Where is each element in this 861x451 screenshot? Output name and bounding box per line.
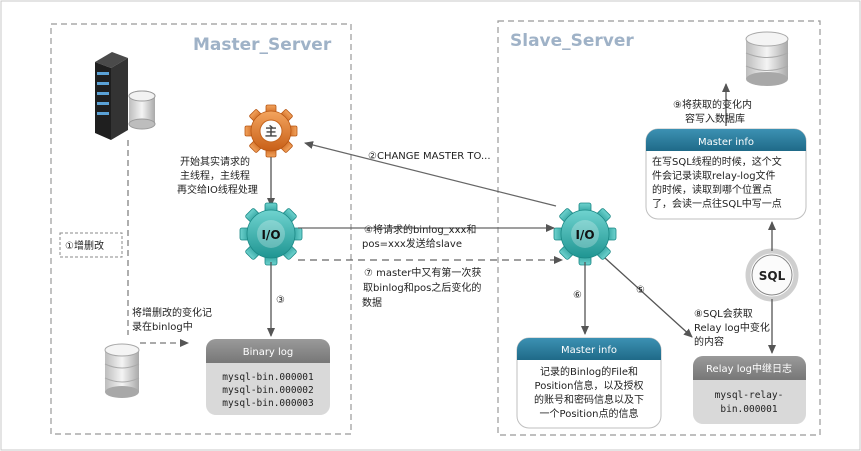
step3-marker: ③ [276, 295, 285, 306]
slave-io-gear-icon: I/O [553, 202, 617, 266]
step6-marker: ⑥ [573, 290, 582, 301]
master-info-top-line4: 了，会读一点往SQL中写一点 [652, 197, 782, 210]
master-title: Master_Server [193, 35, 332, 55]
step5-marker: ⑤ [636, 285, 645, 296]
binlog-file-3: mysql-bin.000003 [222, 398, 314, 409]
step9-line1: ⑨将获取的变化内 [673, 98, 752, 111]
master-info-bottom-line4: 一个Position点的信息 [540, 407, 639, 420]
binlog-file-1: mysql-bin.000001 [222, 372, 314, 383]
step9-line2: 容写入数据库 [685, 112, 745, 125]
master-info-top-box: Master info 在写SQL线程的时候，这个文 件会记录读取relay-l… [645, 128, 807, 220]
master-info-top-line2: 件会记录读取relay-log文件 [652, 169, 776, 182]
main-note-line3: 再交给IO线程处理 [177, 183, 258, 196]
master-info-top-header: Master info [698, 137, 754, 148]
master-info-bottom-header: Master info [561, 345, 617, 356]
master-info-bottom-box: Master info 记录的Binlog的File和 Position信息，以… [516, 337, 662, 429]
step8-line2: Relay log中变化 [694, 321, 770, 334]
slave-title: Slave_Server [510, 31, 634, 51]
master-info-top-line3: 的时候，读取到哪个位置点 [652, 183, 772, 196]
binary-log-box: Binary log mysql-bin.000001 mysql-bin.00… [206, 339, 330, 415]
binary-log-header: Binary log [243, 347, 294, 358]
master-io-gear-icon: I/O [239, 202, 303, 266]
step1-label: ①增删改 [65, 239, 104, 252]
step7-line1: ⑦ master中又有第一次获 [364, 266, 481, 279]
step2-label: ②CHANGE MASTER TO... [368, 151, 491, 162]
main-gear-label: 主 [265, 124, 277, 139]
master-info-bottom-line1: 记录的Binlog的File和 [540, 365, 638, 378]
binlog-file-2: mysql-bin.000002 [222, 385, 314, 396]
relay-log-line1: mysql-relay- [715, 390, 784, 401]
relay-log-box: Relay log中继日志 mysql-relay- bin.000001 [693, 356, 806, 424]
sql-thread-icon: SQL [745, 248, 799, 302]
replication-diagram: Master_Server Slave_Server ①增删改 将增删改的变化记… [0, 0, 861, 451]
master-info-top-line1: 在写SQL线程的时候，这个文 [652, 155, 782, 168]
main-thread-gear-icon: 主 [244, 104, 298, 158]
server-icon [95, 52, 156, 140]
step8-line3: 的内容 [694, 335, 724, 348]
io-to-relaylog-arrow [604, 257, 693, 338]
main-note-line2: 主线程，主线程 [180, 169, 250, 182]
main-note-line1: 开始其实请求的 [180, 155, 250, 168]
sql-label: SQL [759, 269, 786, 283]
step7-line3: 数据 [362, 296, 382, 309]
step7-line2: 取binlog和pos之后变化的 [363, 281, 481, 294]
slave-io-label: I/O [575, 228, 594, 242]
slave-database-icon [745, 31, 789, 86]
step8-line1: ⑧SQL会获取 [694, 307, 753, 320]
relay-log-header: Relay log中继日志 [706, 362, 792, 375]
master-io-label: I/O [261, 228, 280, 242]
relay-log-line2: bin.000001 [720, 404, 777, 415]
master-info-bottom-line3: 的账号和密码信息以及下 [534, 393, 644, 406]
master-database-icon [104, 343, 140, 398]
master-info-bottom-line2: Position信息，以及授权 [535, 379, 644, 392]
step4-line1: ④将请求的binlog_xxx和 [364, 223, 476, 236]
step4-line2: pos=xxx发送给slave [362, 237, 462, 250]
step1-note-line2: 录在binlog中 [132, 320, 193, 333]
step1-note-line1: 将增删改的变化记 [132, 306, 212, 319]
